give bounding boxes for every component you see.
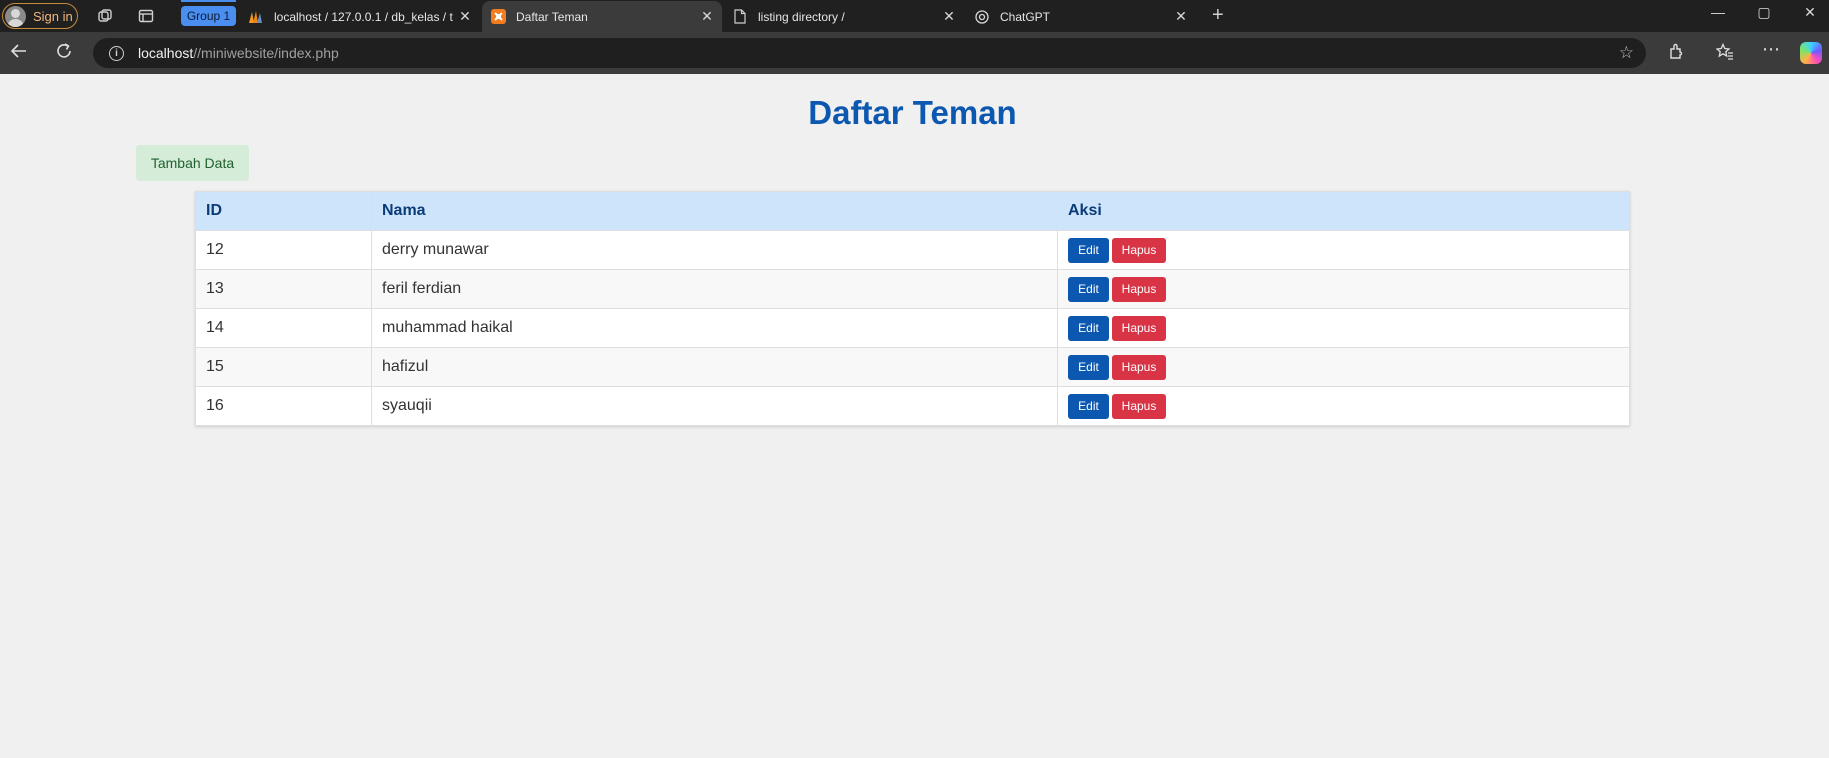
refresh-icon[interactable] xyxy=(55,42,73,63)
row-id: 14 xyxy=(195,308,372,348)
close-tab-icon[interactable]: ✕ xyxy=(1172,8,1190,25)
page-title: Daftar Teman xyxy=(808,94,1017,131)
close-tab-icon[interactable]: ✕ xyxy=(940,8,958,25)
close-tab-icon[interactable]: ✕ xyxy=(698,8,716,25)
tab-title: listing directory / xyxy=(758,9,845,24)
row-actions: Edit Hapus xyxy=(1057,269,1630,309)
sign-in-label: Sign in xyxy=(33,8,73,24)
address-host: localhost xyxy=(138,45,194,61)
delete-button[interactable]: Hapus xyxy=(1112,354,1166,380)
row-nama: muhammad haikal xyxy=(371,308,1058,348)
edit-button[interactable]: Edit xyxy=(1068,354,1109,380)
favorite-star-icon[interactable]: ☆ xyxy=(1619,43,1634,63)
delete-button[interactable]: Hapus xyxy=(1112,393,1166,419)
maximize-icon[interactable]: ▢ xyxy=(1754,4,1774,21)
add-data-button[interactable]: Tambah Data xyxy=(136,145,249,181)
column-header-aksi: Aksi xyxy=(1057,191,1630,231)
table-row: 16 syauqii Edit Hapus xyxy=(195,386,1630,426)
row-nama: syauqii xyxy=(371,386,1058,426)
address-path: //miniwebsite/index.php xyxy=(193,45,339,61)
chatgpt-icon xyxy=(974,9,990,25)
row-actions: Edit Hapus xyxy=(1057,308,1630,348)
tab-title: Daftar Teman xyxy=(516,9,588,24)
back-icon[interactable] xyxy=(10,42,28,63)
tab-actions-icon[interactable] xyxy=(138,8,154,27)
tab-group-label[interactable]: Group 1 xyxy=(181,6,236,26)
delete-button[interactable]: Hapus xyxy=(1112,315,1166,341)
table-row: 15 hafizul Edit Hapus xyxy=(195,347,1630,387)
delete-button[interactable]: Hapus xyxy=(1112,237,1166,263)
document-icon xyxy=(732,9,748,25)
sign-in-button[interactable]: Sign in xyxy=(2,3,78,29)
close-tab-icon[interactable]: ✕ xyxy=(456,8,474,25)
tab-listing-directory[interactable]: listing directory / ✕ xyxy=(724,1,964,32)
row-actions: Edit Hapus xyxy=(1057,347,1630,387)
table-header-row: ID Nama Aksi xyxy=(195,191,1630,231)
table-row: 14 muhammad haikal Edit Hapus xyxy=(195,308,1630,348)
column-header-id: ID xyxy=(195,191,372,231)
column-header-nama: Nama xyxy=(371,191,1058,231)
edit-button[interactable]: Edit xyxy=(1068,276,1109,302)
row-id: 16 xyxy=(195,386,372,426)
favorites-icon[interactable] xyxy=(1715,42,1734,64)
row-nama: feril ferdian xyxy=(371,269,1058,309)
row-id: 13 xyxy=(195,269,372,309)
friends-table: ID Nama Aksi 12 derry munawar Edit Hapus … xyxy=(195,191,1630,426)
more-menu-icon[interactable]: ⋯ xyxy=(1762,40,1780,58)
site-info-icon[interactable]: i xyxy=(109,45,124,61)
tab-title: ChatGPT xyxy=(1000,9,1051,24)
delete-button[interactable]: Hapus xyxy=(1112,276,1166,302)
minimize-icon[interactable]: — xyxy=(1708,4,1728,20)
browser-toolbar: i localhost//miniwebsite/index.php ☆ ⋯ xyxy=(0,32,1829,74)
tab-bar: Sign in Group 1 localhost / 127.0.0.1 / … xyxy=(0,0,1829,32)
row-actions: Edit Hapus xyxy=(1057,386,1630,426)
table-row: 12 derry munawar Edit Hapus xyxy=(195,230,1630,270)
address-bar[interactable]: i localhost//miniwebsite/index.php ☆ xyxy=(93,38,1646,68)
xampp-icon xyxy=(490,9,506,25)
extensions-icon[interactable] xyxy=(1668,43,1685,64)
table-row: 13 feril ferdian Edit Hapus xyxy=(195,269,1630,309)
copilot-icon[interactable] xyxy=(1800,42,1822,64)
row-nama: hafizul xyxy=(371,347,1058,387)
profile-avatar-icon xyxy=(5,5,26,27)
tab-chatgpt[interactable]: ChatGPT ✕ xyxy=(966,1,1196,32)
edit-button[interactable]: Edit xyxy=(1068,315,1109,341)
phpmyadmin-icon xyxy=(248,9,264,25)
row-actions: Edit Hapus xyxy=(1057,230,1630,270)
row-nama: derry munawar xyxy=(371,230,1058,270)
row-id: 15 xyxy=(195,347,372,387)
workspaces-icon[interactable] xyxy=(97,8,113,27)
close-window-icon[interactable]: ✕ xyxy=(1800,4,1820,21)
edit-button[interactable]: Edit xyxy=(1068,237,1109,263)
row-id: 12 xyxy=(195,230,372,270)
group-indicator xyxy=(181,0,236,2)
tab-daftar-teman[interactable]: Daftar Teman ✕ xyxy=(482,1,722,32)
edit-button[interactable]: Edit xyxy=(1068,393,1109,419)
tab-title: localhost / 127.0.0.1 / db_kelas / t xyxy=(274,9,453,24)
tab-phpmyadmin[interactable]: localhost / 127.0.0.1 / db_kelas / t ✕ xyxy=(240,1,480,32)
new-tab-icon[interactable]: + xyxy=(1212,5,1224,25)
page-content: Daftar Teman Tambah Data ID Nama Aksi 12… xyxy=(0,74,1829,758)
